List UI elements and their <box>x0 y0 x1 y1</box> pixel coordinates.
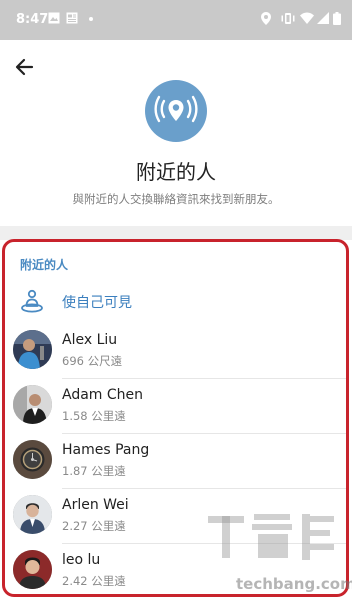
wifi-icon <box>300 12 314 24</box>
news-icon <box>66 12 78 24</box>
watermark-text: techbang.com <box>236 575 352 593</box>
location-icon <box>261 12 271 25</box>
page-title: 附近的人 <box>136 160 216 184</box>
person-name: leo lu <box>62 552 101 568</box>
list-item[interactable]: Adam Chen 1.58 公里遠 <box>0 379 352 434</box>
list-item[interactable]: Alex Liu 696 公尺遠 <box>0 324 352 379</box>
section-divider <box>0 226 352 240</box>
person-name: Hames Pang <box>62 442 150 458</box>
make-visible-button[interactable]: 使自己可見 <box>0 280 352 324</box>
avatar <box>13 550 52 589</box>
signal-icon <box>317 12 329 24</box>
page-subtitle: 與附近的人交換聯絡資訊來找到新朋友。 <box>72 192 280 206</box>
status-bar: 8:47 <box>0 0 352 40</box>
make-visible-label: 使自己可見 <box>62 295 132 311</box>
avatar <box>13 385 52 424</box>
section-header: 附近的人 <box>20 258 69 272</box>
vibrate-icon <box>281 13 295 24</box>
person-distance: 2.27 公里遠 <box>62 519 126 533</box>
back-arrow-icon[interactable] <box>12 54 38 80</box>
list-item[interactable]: Hames Pang 1.87 公里遠 <box>0 434 352 489</box>
person-name: Arlen Wei <box>62 497 129 513</box>
person-name: Alex Liu <box>62 332 118 348</box>
battery-icon <box>333 12 341 25</box>
hero-icon-circle <box>145 80 207 142</box>
avatar <box>13 440 52 479</box>
person-distance: 1.87 公里遠 <box>62 464 126 478</box>
person-name: Adam Chen <box>62 387 144 403</box>
person-distance: 1.58 公里遠 <box>62 409 126 423</box>
person-distance: 696 公尺遠 <box>62 354 123 368</box>
location-broadcast-icon <box>154 95 198 123</box>
dot-icon <box>89 17 93 21</box>
image-icon <box>48 12 60 24</box>
person-broadcast-icon <box>21 289 43 313</box>
avatar <box>13 330 52 369</box>
person-distance: 2.42 公里遠 <box>62 574 126 588</box>
status-time: 8:47 <box>16 12 49 27</box>
avatar <box>13 495 52 534</box>
